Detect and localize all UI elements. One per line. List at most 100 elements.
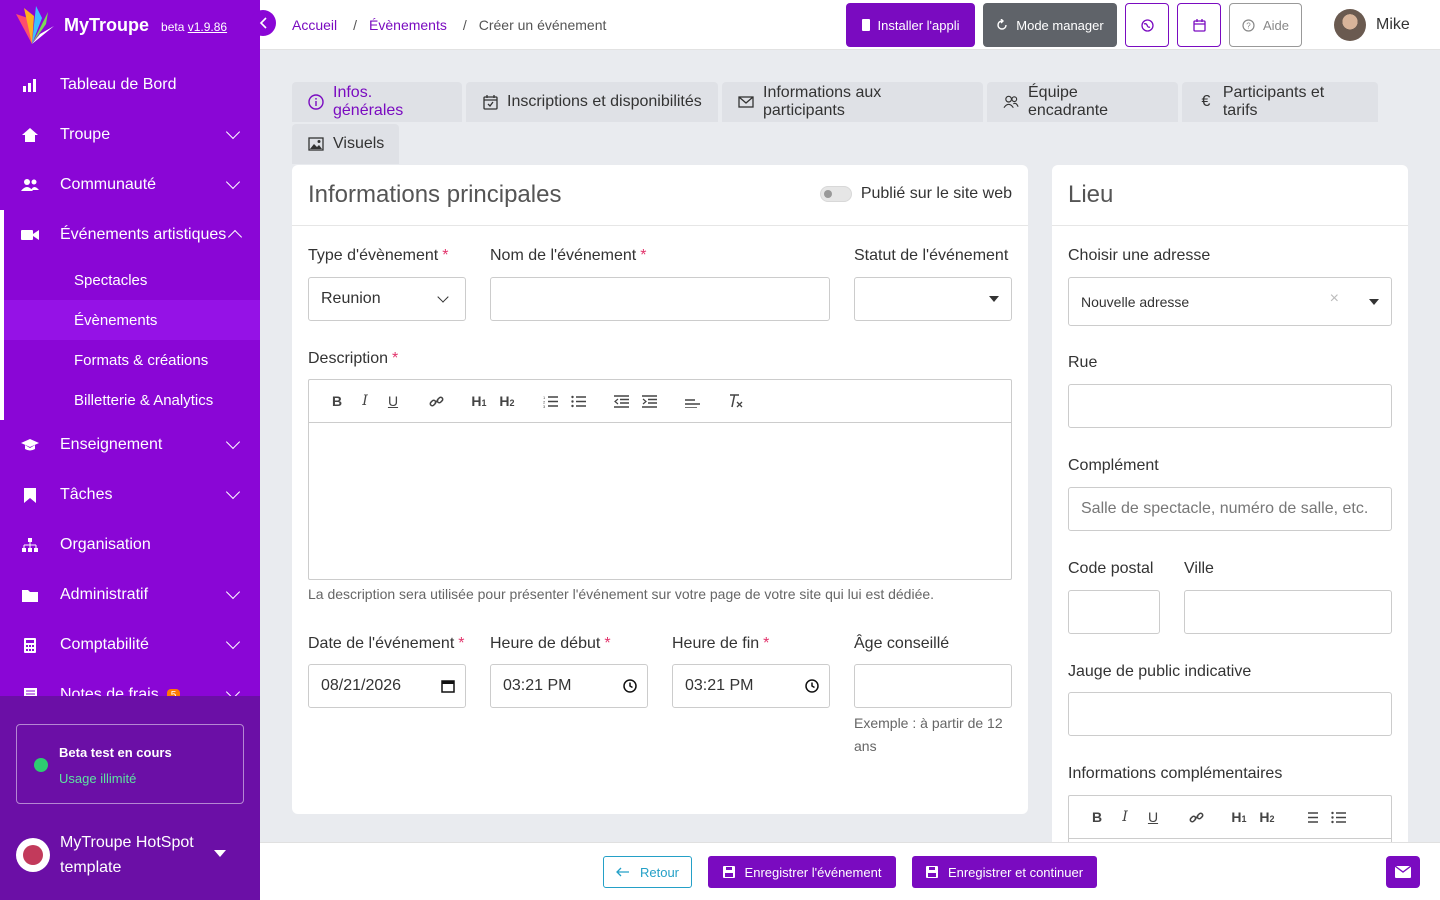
- website-button[interactable]: [1125, 3, 1169, 47]
- sidebar-subitem-evenements[interactable]: Évènements: [4, 300, 260, 340]
- breadcrumb-current: Créer un événement: [478, 17, 607, 33]
- street-input[interactable]: [1068, 384, 1392, 428]
- event-date-input[interactable]: 08/21/2026: [308, 664, 466, 708]
- event-name-input[interactable]: [490, 277, 830, 321]
- sidebar-nav: Tableau de Bord Troupe Communauté Événem…: [0, 60, 260, 720]
- user-name: Mike: [1376, 16, 1410, 33]
- age-input[interactable]: [854, 664, 1012, 708]
- calendar-icon[interactable]: [441, 679, 455, 698]
- align-icon[interactable]: [678, 389, 706, 413]
- status-dot-icon: [34, 758, 48, 772]
- bullet-list-icon[interactable]: [1324, 805, 1352, 829]
- org-switcher[interactable]: MyTroupe HotSpot template: [16, 830, 210, 880]
- city-input[interactable]: [1184, 590, 1392, 634]
- card-header: Lieu: [1052, 165, 1408, 226]
- published-toggle[interactable]: [820, 186, 852, 202]
- tab-informations-participants[interactable]: Informations aux participants: [722, 82, 983, 122]
- calculator-icon: [20, 635, 40, 655]
- sidebar-item-label: Enseignement: [60, 436, 163, 453]
- calendar-icon: [1192, 18, 1206, 32]
- install-app-button[interactable]: Installer l'appli: [846, 3, 975, 47]
- outdent-icon[interactable]: [607, 389, 635, 413]
- clock-icon[interactable]: [623, 679, 637, 698]
- sidebar-subitem-spectacles[interactable]: Spectacles: [4, 260, 260, 300]
- link-icon[interactable]: [1182, 805, 1210, 829]
- capacity-input[interactable]: [1068, 692, 1392, 736]
- org-avatar: [16, 838, 50, 872]
- sidebar-item-enseignement[interactable]: Enseignement: [0, 420, 260, 470]
- bullet-list-icon[interactable]: [564, 389, 592, 413]
- save-event-button[interactable]: Enregistrer l'événement: [708, 856, 896, 888]
- indent-icon[interactable]: [635, 389, 663, 413]
- caret-down-icon[interactable]: [214, 850, 226, 857]
- sidebar-item-label: Comptabilité: [60, 636, 149, 653]
- ordered-list-icon[interactable]: 123: [536, 389, 564, 413]
- message-button[interactable]: [1386, 856, 1420, 888]
- heading-1-icon[interactable]: H1: [465, 389, 493, 413]
- sidebar-subitem-billetterie[interactable]: Billetterie & Analytics: [4, 380, 260, 420]
- user-menu[interactable]: Mike: [1334, 9, 1410, 41]
- users-outline-icon: [1003, 94, 1019, 110]
- heading-2-icon[interactable]: H2: [493, 389, 521, 413]
- envelope-icon: [738, 94, 754, 110]
- tab-infos-generales[interactable]: Infos. générales: [292, 82, 462, 122]
- event-type-select[interactable]: Reunion: [308, 277, 466, 321]
- sidebar-subitem-formats[interactable]: Formats & créations: [4, 340, 260, 380]
- underline-icon[interactable]: U: [379, 389, 407, 413]
- sidebar-item-taches[interactable]: Tâches: [0, 470, 260, 520]
- sidebar-footer: Beta test en cours Usage illimité MyTrou…: [0, 696, 260, 900]
- tab-visuels[interactable]: Visuels: [292, 124, 399, 164]
- tab-equipe-encadrante[interactable]: Équipe encadrante: [987, 82, 1178, 122]
- sidebar-item-label: Tableau de Bord: [60, 76, 177, 93]
- sidebar-collapse-button[interactable]: [250, 10, 276, 36]
- editor-toolbar: B I U H1 H2: [1069, 796, 1391, 839]
- chevron-down-icon: [225, 584, 241, 600]
- italic-icon[interactable]: I: [351, 389, 379, 413]
- sidebar-item-troupe[interactable]: Troupe: [0, 110, 260, 160]
- bold-icon[interactable]: B: [1083, 805, 1111, 829]
- refresh-icon: [997, 19, 1007, 30]
- ordered-list-icon[interactable]: [1296, 805, 1324, 829]
- clock-icon[interactable]: [805, 679, 819, 698]
- underline-icon[interactable]: U: [1139, 805, 1167, 829]
- back-button[interactable]: Retour: [603, 856, 692, 888]
- event-status-select[interactable]: [854, 277, 1012, 321]
- folder-icon: [20, 585, 40, 605]
- heading-2-icon[interactable]: H2: [1253, 805, 1281, 829]
- end-time-input[interactable]: 03:21 PM: [672, 664, 830, 708]
- complement-input[interactable]: Salle de spectacle, numéro de salle, etc…: [1068, 487, 1392, 531]
- tab-participants-tarifs[interactable]: € Participants et tarifs: [1182, 82, 1378, 122]
- sidebar-item-communaute[interactable]: Communauté: [0, 160, 260, 210]
- address-label: Choisir une adresse: [1068, 247, 1211, 264]
- chevron-down-icon: [437, 291, 449, 303]
- clear-format-icon[interactable]: [721, 389, 749, 413]
- clear-icon[interactable]: ×: [1330, 290, 1339, 308]
- logo[interactable]: MyTroupe beta v1.9.86: [0, 0, 260, 50]
- manager-mode-button[interactable]: Mode manager: [983, 3, 1117, 47]
- link-icon[interactable]: [422, 389, 450, 413]
- calendar-check-icon: [482, 94, 498, 110]
- sidebar-item-evenements-artistiques[interactable]: Événements artistiques: [0, 210, 260, 260]
- sidebar-item-organisation[interactable]: Organisation: [0, 520, 260, 570]
- sidebar-item-comptabilite[interactable]: Comptabilité: [0, 620, 260, 670]
- breadcrumb-evenements[interactable]: Évènements: [369, 17, 447, 33]
- address-select[interactable]: Nouvelle adresse ×: [1068, 277, 1392, 326]
- chevron-down-icon: [225, 124, 241, 140]
- bold-icon[interactable]: B: [323, 389, 351, 413]
- sitemap-icon: [20, 535, 40, 555]
- calendar-button[interactable]: [1177, 3, 1221, 47]
- svg-text:3: 3: [543, 404, 546, 408]
- help-button[interactable]: ? Aide: [1229, 3, 1302, 47]
- app-version[interactable]: beta v1.9.86: [161, 20, 227, 34]
- description-help: La description sera utilisée pour présen…: [308, 586, 935, 602]
- zip-input[interactable]: [1068, 590, 1160, 634]
- sidebar-item-administratif[interactable]: Administratif: [0, 570, 260, 620]
- tab-inscriptions[interactable]: Inscriptions et disponibilités: [466, 82, 718, 122]
- start-time-input[interactable]: 03:21 PM: [490, 664, 648, 708]
- sidebar-item-dashboard[interactable]: Tableau de Bord: [0, 60, 260, 110]
- italic-icon[interactable]: I: [1111, 805, 1139, 829]
- save-continue-button[interactable]: Enregistrer et continuer: [912, 856, 1097, 888]
- breadcrumb-home[interactable]: Accueil: [292, 17, 337, 33]
- heading-1-icon[interactable]: H1: [1225, 805, 1253, 829]
- chevron-down-icon: [225, 634, 241, 650]
